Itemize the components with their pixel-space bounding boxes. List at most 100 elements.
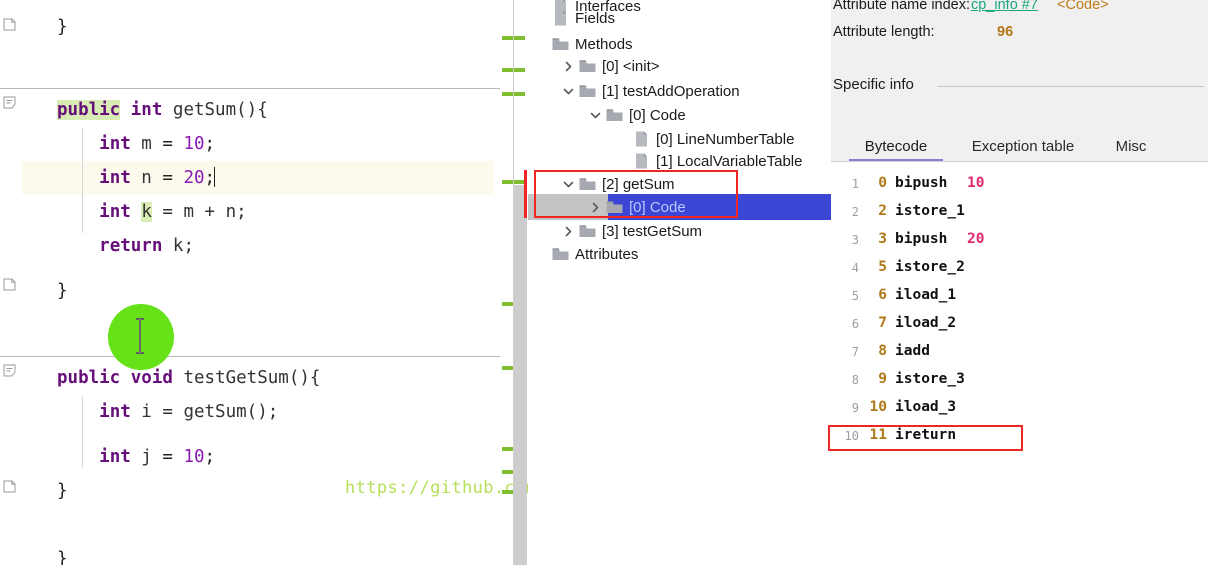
chevron-down-icon[interactable] bbox=[559, 78, 577, 104]
editor-fold-gutter[interactable] bbox=[0, 0, 22, 565]
code-token: m bbox=[130, 134, 163, 154]
bytecode-row[interactable]: 3 3 bipush 20 bbox=[831, 227, 1208, 255]
fold-collapse-icon[interactable] bbox=[3, 480, 16, 493]
bytecode-offset: 11 bbox=[869, 427, 887, 443]
code-token: = m + n; bbox=[151, 202, 247, 222]
code-line[interactable]: } bbox=[22, 274, 494, 308]
code-token: = bbox=[162, 447, 184, 467]
fold-expand-icon[interactable] bbox=[3, 364, 16, 377]
method-separator bbox=[0, 356, 500, 357]
chevron-right-icon[interactable] bbox=[559, 53, 577, 79]
bytecode-row[interactable]: 2 2 istore_1 bbox=[831, 199, 1208, 227]
code-line[interactable]: int j = 10; bbox=[22, 440, 494, 474]
indent-guide bbox=[82, 396, 83, 468]
folder-icon bbox=[551, 241, 570, 267]
highlight-box-edge bbox=[524, 170, 527, 218]
specific-info-heading: Specific info bbox=[833, 76, 914, 93]
fold-expand-icon[interactable] bbox=[3, 96, 16, 109]
bytecode-mnemonic: istore_2 bbox=[895, 259, 965, 275]
tree-item-attributes[interactable]: Attributes bbox=[528, 241, 831, 267]
code-line[interactable]: public void testGetSum(){ bbox=[22, 361, 494, 395]
tree-item-label: Fields bbox=[575, 9, 616, 27]
bytecode-row[interactable]: 5 6 iload_1 bbox=[831, 283, 1208, 311]
code-token: } bbox=[57, 549, 68, 565]
code-editor-pane[interactable]: } public int getSum(){ int m = 10; int n … bbox=[0, 0, 528, 565]
bytecode-line-number: 5 bbox=[851, 289, 859, 303]
bytecode-row[interactable]: 8 9 istore_3 bbox=[831, 367, 1208, 395]
editor-scrollbar-thumb[interactable] bbox=[514, 185, 527, 565]
bytecode-line-number: 9 bbox=[851, 401, 859, 415]
tree-item-label: Attributes bbox=[575, 245, 639, 263]
attribute-row: Attribute length: 96 bbox=[831, 24, 1208, 46]
code-token: testGetSum(){ bbox=[172, 368, 321, 388]
tab-misc[interactable]: Misc bbox=[1103, 130, 1159, 162]
code-token: = bbox=[162, 168, 184, 188]
bytecode-listing[interactable]: 1 0 bipush 10 2 2 istore_1 3 3 bipush 20 4 5 istore_2… bbox=[831, 162, 1208, 565]
text-ibeam-cursor bbox=[132, 318, 148, 354]
bytecode-mnemonic: iadd bbox=[895, 343, 930, 359]
screenshot-root: } public int getSum(){ int m = 10; int n … bbox=[0, 0, 1208, 565]
cp-info-link[interactable]: cp_info #7 bbox=[971, 0, 1038, 13]
tree-item-label: [3] testGetSum bbox=[602, 222, 703, 240]
folder-icon bbox=[578, 53, 597, 79]
bytecode-mnemonic: iload_2 bbox=[895, 315, 957, 331]
tree-item-fields[interactable]: Fields bbox=[528, 5, 831, 31]
bytecode-offset: 9 bbox=[878, 371, 887, 387]
tree-item-0-code[interactable]: [0] Code bbox=[528, 102, 831, 128]
bytecode-row[interactable]: 10 11 ireturn bbox=[831, 423, 1208, 451]
method-separator bbox=[0, 88, 500, 89]
chevron-down-icon[interactable] bbox=[586, 102, 604, 128]
specific-info-divider bbox=[937, 86, 1204, 87]
bytecode-row[interactable]: 7 8 iadd bbox=[831, 339, 1208, 367]
tab-bytecode[interactable]: Bytecode bbox=[849, 130, 943, 162]
tab-exception-table[interactable]: Exception table bbox=[951, 130, 1095, 162]
code-line[interactable]: } bbox=[22, 10, 494, 44]
tree-item-label: Methods bbox=[575, 35, 633, 53]
code-token: } bbox=[57, 17, 68, 37]
code-token: getSum(){ bbox=[162, 100, 268, 120]
fold-collapse-icon[interactable] bbox=[3, 18, 16, 31]
code-token: j bbox=[130, 447, 163, 467]
bytecode-line-number: 7 bbox=[851, 345, 859, 359]
code-token: public bbox=[57, 100, 121, 120]
bytecode-row[interactable]: 1 0 bipush 10 bbox=[831, 171, 1208, 199]
code-token: int bbox=[99, 168, 131, 188]
tree-item-1-testaddoperation[interactable]: [1] testAddOperation bbox=[528, 78, 831, 104]
code-line[interactable]: int i = getSum(); bbox=[22, 395, 494, 429]
bytecode-row[interactable]: 6 7 iload_2 bbox=[831, 311, 1208, 339]
text-caret bbox=[214, 167, 216, 187]
code-line[interactable]: return k; bbox=[22, 229, 494, 263]
code-line[interactable]: int m = 10; bbox=[22, 127, 494, 161]
tree-item-label: [0] Code bbox=[629, 198, 686, 216]
bytecode-line-number: 1 bbox=[851, 177, 859, 191]
code-line[interactable]: public int getSum(){ bbox=[22, 93, 494, 127]
code-line[interactable]: int k = m + n; bbox=[22, 195, 494, 229]
tree-item-0-code[interactable]: [0] Code bbox=[528, 194, 831, 220]
code-line[interactable]: int n = 20; bbox=[22, 161, 494, 195]
tree-item-0-init[interactable]: [0] <init> bbox=[528, 53, 831, 79]
code-line[interactable]: } bbox=[22, 542, 494, 565]
code-token: 20 bbox=[183, 168, 205, 188]
code-token: int bbox=[99, 447, 131, 467]
fold-collapse-icon[interactable] bbox=[3, 278, 16, 291]
bytecode-offset: 8 bbox=[878, 343, 887, 359]
chevron-right-icon[interactable] bbox=[586, 194, 604, 220]
detail-tab-bar[interactable]: Bytecode Exception table Misc bbox=[831, 130, 1208, 162]
bytecode-row[interactable]: 4 5 istore_2 bbox=[831, 255, 1208, 283]
code-token: 10 bbox=[183, 134, 205, 154]
bytecode-row[interactable]: 9 10 iload_3 bbox=[831, 395, 1208, 423]
code-token: void bbox=[130, 368, 173, 388]
bytecode-offset: 2 bbox=[878, 203, 887, 219]
classfile-structure-tree[interactable]: Interfaces Fields Methods [0] <init> [1] tes… bbox=[528, 0, 832, 565]
code-token: = bbox=[162, 134, 184, 154]
bytecode-offset: 7 bbox=[878, 315, 887, 331]
bytecode-mnemonic: iload_1 bbox=[895, 287, 957, 303]
bytecode-mnemonic: iload_3 bbox=[895, 399, 957, 415]
attribute-value: 96 bbox=[997, 24, 1014, 40]
folder-icon bbox=[605, 194, 624, 220]
